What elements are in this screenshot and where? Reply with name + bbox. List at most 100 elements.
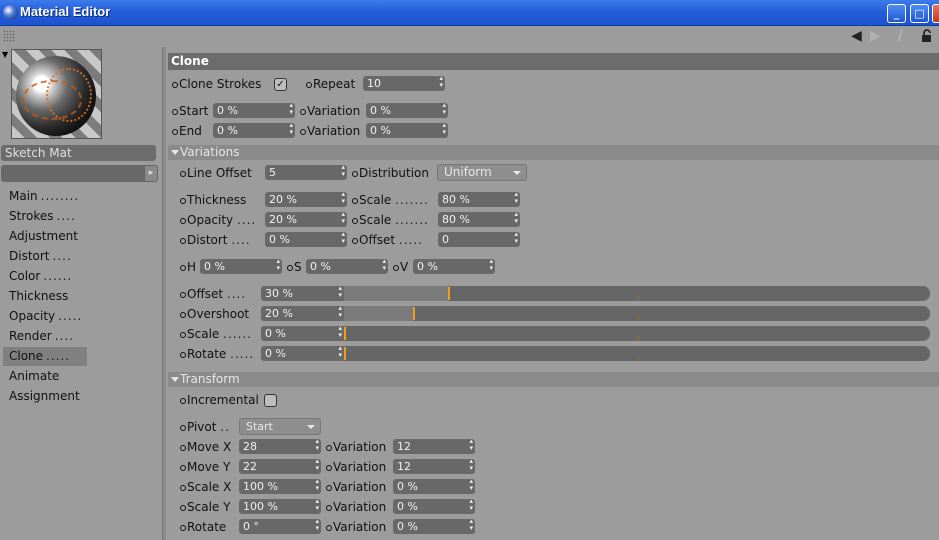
slider-track[interactable] [344, 306, 930, 321]
nav-item-dots: ...... [43, 269, 73, 283]
move-x-field[interactable]: 28 [239, 439, 321, 454]
start-variation-label: Variation [299, 103, 360, 119]
offset-field[interactable]: 0 [438, 232, 520, 247]
scale-x-field[interactable]: 100 % [239, 479, 321, 494]
title-bar: Material Editor _ □ [0, 0, 939, 26]
distort-field[interactable]: 0 % [265, 232, 347, 247]
scale-y-variation-label: Variation [325, 499, 386, 515]
slider-track[interactable] [344, 326, 930, 341]
distribution-label: Distribution [351, 165, 429, 181]
opacity-scale-field[interactable]: 80 % [438, 212, 520, 227]
distribution-dropdown[interactable]: Uniform [437, 164, 527, 181]
thickness-field[interactable]: 20 % [265, 192, 347, 207]
s-label: S [286, 259, 302, 275]
material-preview[interactable] [11, 49, 102, 139]
thickness-scale-field[interactable]: 80 % [438, 192, 520, 207]
incremental-label: Incremental [179, 392, 259, 408]
clone-strokes-checkbox[interactable]: ✓ [274, 78, 287, 91]
nav-item-render[interactable]: Render.... [9, 327, 149, 346]
repeat-label: Repeat [305, 76, 355, 92]
material-menu-button[interactable]: ▸ [144, 165, 158, 182]
start-variation-field[interactable]: 0 % [366, 103, 448, 118]
lock-icon[interactable] [920, 29, 934, 43]
end-variation-field[interactable]: 0 % [366, 123, 448, 138]
pin-icon[interactable]: / [898, 28, 903, 44]
nav-item-dots: .... [56, 209, 76, 223]
opacity-scale-label: Scale ....... [351, 212, 429, 228]
slider-label-scale: Scale ...... [179, 326, 252, 342]
variations-section-header[interactable]: Variations [168, 145, 939, 160]
line-offset-label: Line Offset [179, 165, 252, 181]
scale-y-variation-field[interactable]: 0 % [393, 499, 475, 514]
close-button[interactable] [932, 4, 939, 23]
back-arrow-icon[interactable]: ◀ [851, 28, 862, 44]
nav-item-color[interactable]: Color...... [9, 267, 149, 286]
distort-label: Distort .... [179, 232, 251, 248]
end-label: End [171, 123, 202, 139]
maximize-button[interactable]: □ [910, 4, 929, 23]
slider-track[interactable] [344, 346, 930, 361]
h-field[interactable]: 0 % [200, 259, 282, 274]
move-y-variation-field[interactable]: 12 [393, 459, 475, 474]
start-field[interactable]: 0 % [213, 103, 295, 118]
material-name-field[interactable]: Sketch Mat [1, 145, 156, 161]
slider-value-field[interactable]: 20 % [261, 306, 344, 321]
nav-item-dots: ........ [40, 189, 80, 203]
incremental-checkbox[interactable] [264, 394, 277, 407]
grip-icon[interactable] [3, 30, 15, 42]
minimize-button[interactable]: _ [887, 4, 906, 23]
s-field[interactable]: 0 % [306, 259, 388, 274]
nav-item-strokes[interactable]: Strokes.... [9, 207, 149, 226]
scale-x-label: Scale X [179, 479, 231, 495]
forward-arrow-icon[interactable]: ▶ [870, 28, 881, 44]
offset-label: Offset ..... [351, 232, 423, 248]
preview-stroke-2 [22, 80, 82, 120]
slider-handle[interactable] [344, 347, 346, 360]
transform-section-header[interactable]: Transform [168, 372, 939, 387]
move-y-field[interactable]: 22 [239, 459, 321, 474]
slider-label-offset: Offset .... [179, 286, 246, 302]
scale-y-label: Scale Y [179, 499, 230, 515]
slider-value-field[interactable]: 30 % [261, 286, 344, 301]
line-offset-field[interactable]: 5 [265, 165, 347, 180]
slider-handle[interactable] [344, 327, 346, 340]
move-x-variation-field[interactable]: 12 [393, 439, 475, 454]
slider-tick [638, 316, 639, 320]
nav-item-label: Distort [9, 249, 50, 263]
slider-tick [638, 336, 639, 340]
slider-fill [344, 306, 413, 321]
slider-value-field[interactable]: 0 % [261, 326, 344, 341]
clone-header: Clone [168, 53, 939, 70]
material-layer-bar[interactable] [1, 165, 144, 182]
slider-value-field[interactable]: 0 % [261, 346, 344, 361]
nav-item-distort[interactable]: Distort.... [9, 247, 149, 266]
nav-item-clone[interactable]: Clone..... [3, 347, 87, 366]
repeat-field[interactable]: 10 [363, 76, 445, 91]
nav-item-label: Assignment [9, 389, 80, 403]
move-y-variation-label: Variation [325, 459, 386, 475]
nav-item-opacity[interactable]: Opacity..... [9, 307, 149, 326]
opacity-field[interactable]: 20 % [265, 212, 347, 227]
pivot-dropdown[interactable]: Start [239, 418, 321, 435]
end-field[interactable]: 0 % [213, 123, 295, 138]
scale-y-field[interactable]: 100 % [239, 499, 321, 514]
slider-handle[interactable] [413, 307, 415, 320]
toolbar: ◀ ▶ / [0, 27, 939, 47]
scale-x-variation-field[interactable]: 0 % [393, 479, 475, 494]
v-label: V [392, 259, 408, 275]
nav-item-thickness[interactable]: Thickness [9, 287, 149, 306]
rotate-field[interactable]: 0 ° [239, 519, 321, 534]
preview-menu-arrow-icon[interactable]: ▼ [2, 50, 8, 59]
nav-item-adjustment[interactable]: Adjustment [9, 227, 149, 246]
start-label: Start [171, 103, 208, 119]
rotate-variation-field[interactable]: 0 % [393, 519, 475, 534]
slider-handle[interactable] [448, 287, 450, 300]
nav-item-main[interactable]: Main........ [9, 187, 149, 206]
nav-item-animate[interactable]: Animate [9, 367, 149, 386]
v-field[interactable]: 0 % [413, 259, 495, 274]
h-label: H [179, 259, 196, 275]
nav-item-assignment[interactable]: Assignment [9, 387, 149, 406]
nav-item-label: Opacity [9, 309, 56, 323]
slider-tick [638, 296, 639, 300]
thickness-label: Thickness [179, 192, 246, 208]
